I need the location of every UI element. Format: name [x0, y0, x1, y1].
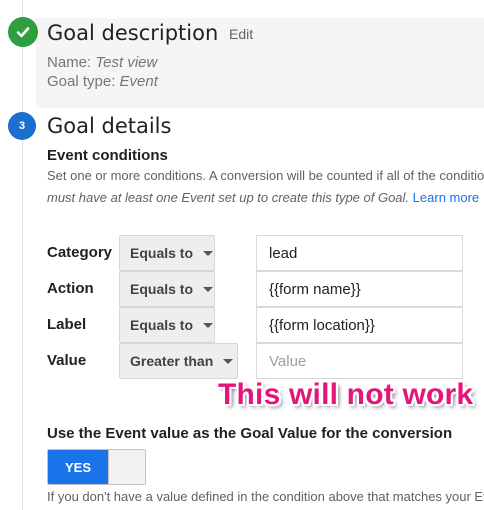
label-operator-value: Equals to — [130, 317, 194, 333]
value-operator-select[interactable]: Greater than — [119, 343, 238, 379]
action-value-input[interactable] — [256, 271, 463, 307]
learn-more-link[interactable]: Learn more — [413, 190, 479, 205]
event-value-help-text: If you don't have a value defined in the… — [47, 489, 484, 504]
step-complete-badge — [8, 17, 38, 47]
label-operator-select[interactable]: Equals to — [119, 307, 215, 343]
toggle-yes-label: YES — [48, 450, 108, 484]
goal-details-title: Goal details — [47, 114, 172, 138]
category-operator-select[interactable]: Equals to — [119, 235, 215, 271]
value-value-input[interactable] — [256, 343, 463, 379]
event-requirement-text: must have at least one Event set up to c… — [47, 190, 410, 205]
label-label: Label — [47, 316, 87, 333]
conditions-help-text: Set one or more conditions. A conversion… — [47, 168, 484, 183]
goal-name-label: Name: — [47, 54, 92, 71]
goal-name-line: Name: Test view — [47, 54, 157, 71]
conditions-help-text-2: must have at least one Event set up to c… — [47, 190, 484, 205]
action-operator-value: Equals to — [130, 281, 194, 297]
event-value-heading: Use the Event value as the Goal Value fo… — [47, 425, 453, 442]
category-label: Category — [47, 244, 113, 261]
category-value-input[interactable] — [256, 235, 463, 271]
caret-down-icon — [203, 286, 214, 292]
goal-description-title: Goal description — [47, 21, 219, 45]
action-label: Action — [47, 280, 94, 297]
goal-setup-page: Goal description Edit Name: Test view Go… — [0, 0, 484, 510]
goal-type-line: Goal type: Event — [47, 73, 158, 90]
check-icon — [16, 27, 30, 38]
toggle-knob — [108, 450, 145, 484]
event-value-toggle[interactable]: YES — [47, 449, 146, 485]
step-number-badge: 3 — [8, 112, 36, 140]
annotation-callout: This will not work — [218, 378, 474, 411]
caret-down-icon — [203, 322, 214, 328]
action-operator-select[interactable]: Equals to — [119, 271, 215, 307]
value-operator-value: Greater than — [130, 353, 214, 369]
caret-down-icon — [223, 358, 234, 364]
goal-name-value: Test view — [95, 54, 158, 71]
label-value-input[interactable] — [256, 307, 463, 343]
edit-description-link[interactable]: Edit — [229, 26, 253, 42]
goal-type-label: Goal type: — [47, 73, 116, 90]
value-label: Value — [47, 352, 87, 369]
goal-type-value: Event — [119, 73, 158, 90]
step-rail — [22, 0, 23, 510]
category-operator-value: Equals to — [130, 245, 194, 261]
caret-down-icon — [203, 250, 214, 256]
event-conditions-heading: Event conditions — [47, 147, 168, 164]
